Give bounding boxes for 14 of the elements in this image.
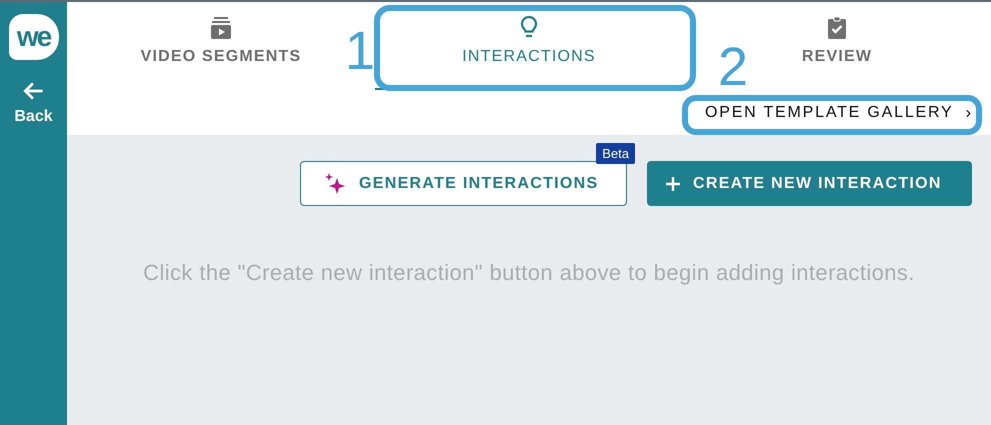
video-stack-icon xyxy=(209,16,233,40)
back-button[interactable]: Back xyxy=(14,78,53,126)
beta-badge: Beta xyxy=(596,143,635,164)
sparkle-icon xyxy=(323,172,347,196)
clipboard-check-icon xyxy=(825,16,849,40)
empty-message: Click the "Create new interaction" button above to begin adding interactions. xyxy=(143,260,915,286)
generate-button[interactable]: GENERATE INTERACTIONS xyxy=(300,161,627,206)
tab[interactable]: INTERACTIONS xyxy=(375,2,683,90)
step-number: 2 xyxy=(718,40,748,94)
plus-icon xyxy=(665,176,681,192)
logo[interactable]: we xyxy=(8,14,58,60)
template-gallery-link[interactable]: OPEN TEMPLATE GALLERY › xyxy=(700,102,977,124)
step-number: 1 xyxy=(345,24,376,78)
create-button[interactable]: CREATE NEW INTERACTION xyxy=(647,161,972,206)
